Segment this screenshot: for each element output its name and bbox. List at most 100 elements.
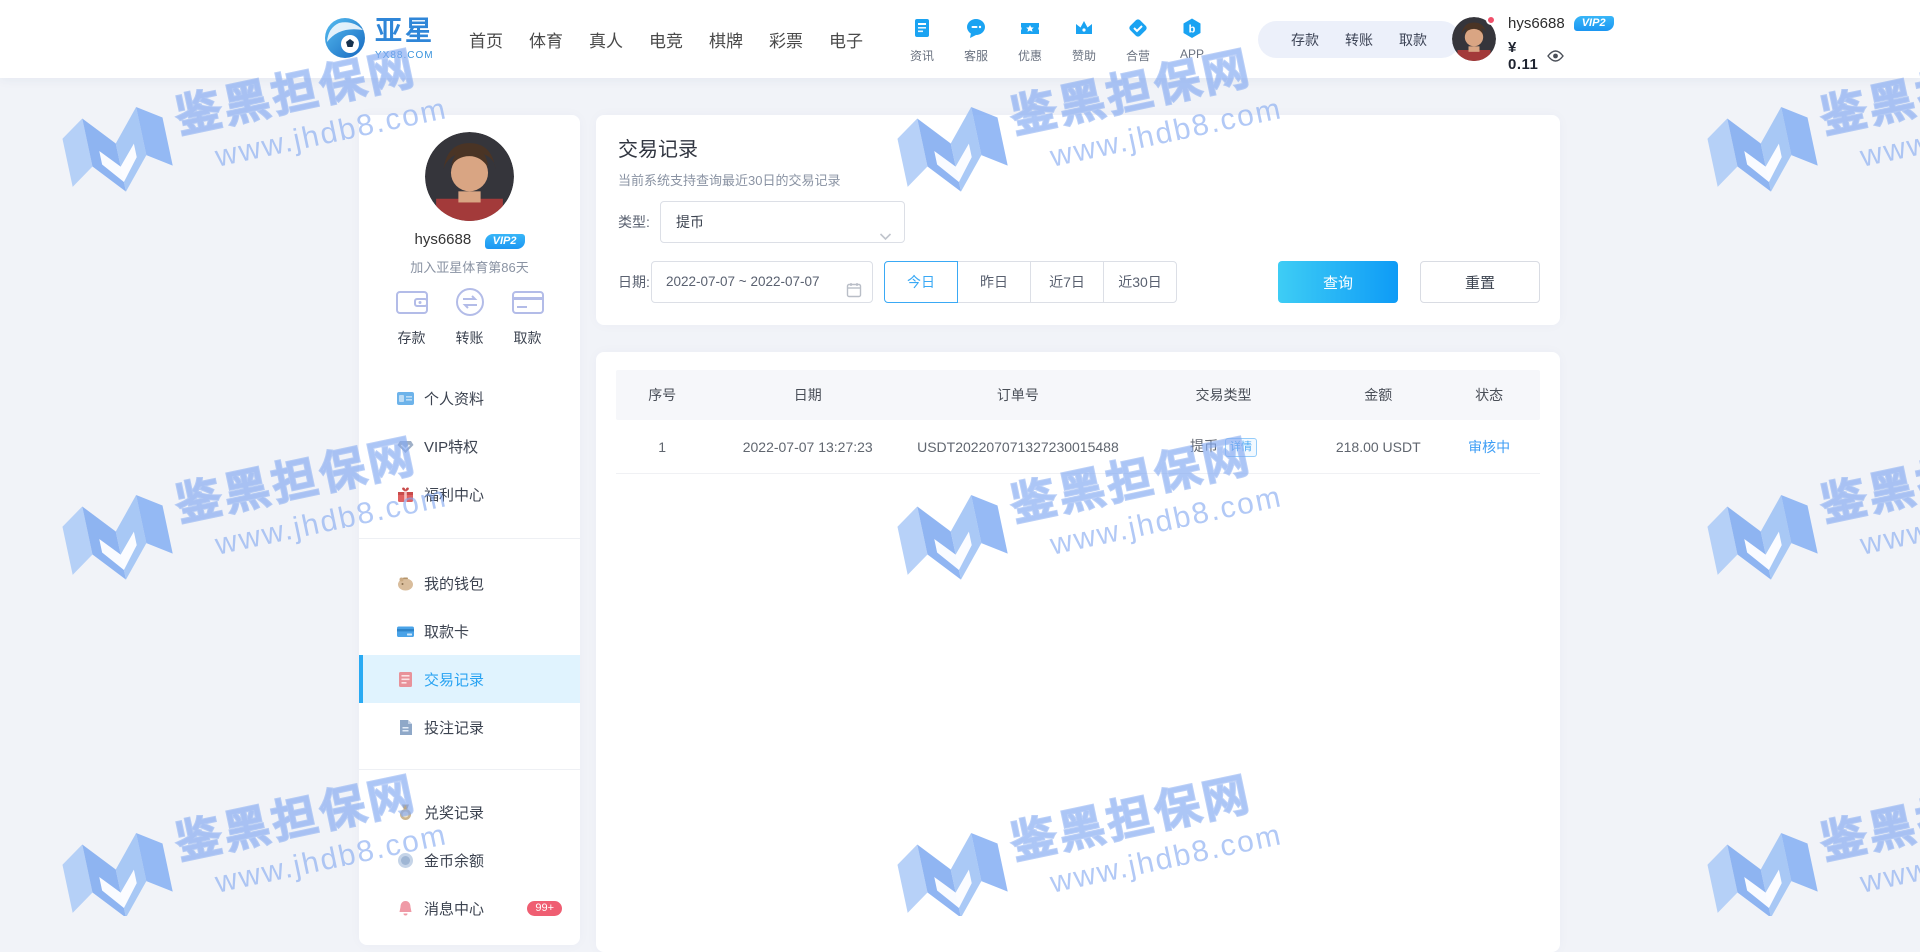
svg-text:b: b <box>1189 24 1196 36</box>
coupon-icon <box>1019 26 1041 43</box>
nav-slots[interactable]: 电子 <box>816 27 876 52</box>
app-shortcut[interactable]: b APP <box>1168 0 1216 78</box>
sidebar-item-label: 交易记录 <box>424 669 484 690</box>
col-amount: 金额 <box>1318 385 1438 405</box>
col-type: 交易类型 <box>1129 385 1318 405</box>
table-row: 1 2022-07-07 13:27:23 USDT20220707132723… <box>616 420 1540 474</box>
transfer-action[interactable]: 转账 <box>441 287 499 348</box>
sidebar-item-withdraw-card[interactable]: 取款卡 <box>359 607 580 655</box>
sponsor-shortcut[interactable]: 赞助 <box>1060 0 1108 78</box>
withdraw-action[interactable]: 取款 <box>499 287 557 348</box>
col-order-no: 订单号 <box>907 385 1129 405</box>
cell-amount: 218.00 USDT <box>1318 439 1438 455</box>
query-button[interactable]: 查询 <box>1278 261 1398 303</box>
sidebar-item-label: 兑奖记录 <box>424 802 484 823</box>
joined-days-text: 加入亚星体育第86天 <box>359 257 580 276</box>
top-bar: 亚星 YX88.COM 首页 体育 真人 电竞 棋牌 彩票 电子 资讯 客服 <box>0 0 1920 78</box>
nav-live[interactable]: 真人 <box>576 27 636 52</box>
nav-lottery[interactable]: 彩票 <box>756 27 816 52</box>
sidebar-item-wallet[interactable]: 我的钱包 <box>359 559 580 607</box>
service-label: 优惠 <box>1006 47 1054 64</box>
page-body: hys6688 VIP2 加入亚星体育第86天 存款 转账 取款 <box>0 78 1920 916</box>
avatar[interactable] <box>425 132 514 221</box>
profile-sidebar: hys6688 VIP2 加入亚星体育第86天 存款 转账 取款 <box>359 115 580 945</box>
preset-7days[interactable]: 近7日 <box>1030 261 1104 303</box>
type-text: 提币 <box>1190 438 1218 454</box>
eye-icon[interactable] <box>1547 50 1564 62</box>
sidebar-item-coin-balance[interactable]: 金币余额 <box>359 836 580 884</box>
partner-shortcut[interactable]: 合营 <box>1114 0 1162 78</box>
app-icon: b <box>1181 26 1203 43</box>
transfer-link[interactable]: 转账 <box>1345 30 1373 50</box>
logo-subtitle: YX88.COM <box>375 50 434 61</box>
service-label: 资讯 <box>898 47 946 64</box>
detail-tag[interactable]: 详情 <box>1225 438 1257 457</box>
vip-badge: VIP2 <box>485 234 525 249</box>
page-title: 交易记录 <box>618 133 698 162</box>
type-select-value: 提币 <box>676 214 704 230</box>
gift-icon <box>397 486 414 503</box>
bell-icon <box>397 900 414 917</box>
promo-shortcut[interactable]: 优惠 <box>1006 0 1054 78</box>
wallet-pill-group: 存款 转账 取款 <box>1258 21 1460 58</box>
divider <box>359 769 580 770</box>
sidebar-item-vip[interactable]: VIP特权 <box>359 422 580 470</box>
crown-icon <box>1073 26 1095 43</box>
sidebar-item-prize-records[interactable]: 兑奖记录 <box>359 788 580 836</box>
cell-status[interactable]: 审核中 <box>1468 439 1510 455</box>
bet-record-icon <box>397 719 414 736</box>
sidebar-item-profile[interactable]: 个人资料 <box>359 374 580 422</box>
site-logo[interactable]: 亚星 YX88.COM <box>323 16 435 65</box>
football-logo-icon <box>323 16 367 65</box>
sidebar-item-label: 取款卡 <box>424 621 469 642</box>
divider <box>359 538 580 539</box>
sidebar-item-welfare[interactable]: 福利中心 <box>359 470 580 518</box>
customer-service-shortcut[interactable]: 客服 <box>952 0 1000 78</box>
news-shortcut[interactable]: 资讯 <box>898 0 946 78</box>
vip-diamond-icon <box>397 438 414 455</box>
sidebar-item-label: 投注记录 <box>424 717 484 738</box>
transaction-record-icon <box>397 671 414 688</box>
card-outline-icon <box>511 304 545 321</box>
results-card: 序号 日期 订单号 交易类型 金额 状态 1 2022-07-07 13:27:… <box>596 352 1560 952</box>
username[interactable]: hys6688 <box>1508 15 1565 32</box>
date-range-input[interactable]: 2022-07-07 ~ 2022-07-07 <box>651 261 873 303</box>
action-label: 转账 <box>441 328 499 348</box>
piggy-bank-icon <box>397 575 414 592</box>
id-card-icon <box>397 390 414 407</box>
sidebar-item-label: VIP特权 <box>424 436 478 457</box>
sidebar-item-bet-records[interactable]: 投注记录 <box>359 703 580 751</box>
withdraw-link[interactable]: 取款 <box>1399 30 1427 50</box>
cell-index: 1 <box>616 439 708 455</box>
nav-esports[interactable]: 电竞 <box>636 27 696 52</box>
cell-type: 提币详情 <box>1129 436 1318 457</box>
deposit-link[interactable]: 存款 <box>1291 30 1319 50</box>
chevron-down-icon <box>879 216 892 256</box>
preset-30days[interactable]: 近30日 <box>1103 261 1177 303</box>
handshake-icon <box>1127 26 1149 43</box>
col-status: 状态 <box>1438 385 1540 405</box>
nav-cards[interactable]: 棋牌 <box>696 27 756 52</box>
date-range-value: 2022-07-07 ~ 2022-07-07 <box>666 274 820 289</box>
preset-today[interactable]: 今日 <box>884 261 958 303</box>
coin-icon <box>397 852 414 869</box>
reset-button[interactable]: 重置 <box>1420 261 1540 303</box>
nav-sports[interactable]: 体育 <box>516 27 576 52</box>
action-label: 取款 <box>499 328 557 348</box>
type-label: 类型: <box>618 201 650 243</box>
service-label: APP <box>1168 47 1216 61</box>
preset-yesterday[interactable]: 昨日 <box>957 261 1031 303</box>
bank-card-icon <box>397 623 414 640</box>
deposit-action[interactable]: 存款 <box>383 287 441 348</box>
sidebar-item-transactions[interactable]: 交易记录 <box>359 655 580 703</box>
vip-badge: VIP2 <box>1574 16 1614 31</box>
sidebar-item-messages[interactable]: 消息中心 99+ <box>359 884 580 932</box>
page-subtitle: 当前系统支持查询最近30日的交易记录 <box>618 170 840 189</box>
col-index: 序号 <box>616 385 708 405</box>
news-icon <box>911 26 933 43</box>
type-select[interactable]: 提币 <box>660 201 905 243</box>
service-shortcuts: 资讯 客服 优惠 赞助 合营 b <box>898 0 1222 78</box>
nav-home[interactable]: 首页 <box>456 27 516 52</box>
filter-card: 交易记录 当前系统支持查询最近30日的交易记录 类型: 提币 日期: 2022-… <box>596 115 1560 325</box>
chat-icon <box>965 26 987 43</box>
